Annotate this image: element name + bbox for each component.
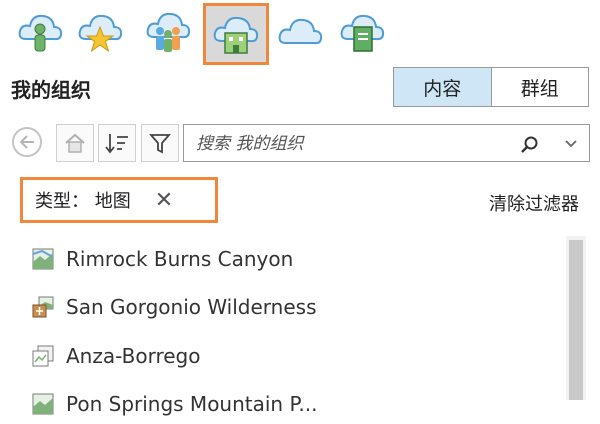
item-label: Rimrock Burns Canyon	[66, 247, 294, 271]
item-label: San Gorgonio Wilderness	[66, 295, 317, 319]
arrow-left-icon	[19, 135, 34, 149]
item-label: Pon Springs Mountain P...	[66, 392, 318, 416]
list-item[interactable]: Anza-Borrego	[32, 336, 200, 376]
home-button[interactable]	[56, 124, 94, 162]
map-icon	[32, 393, 54, 415]
scrollbar-thumb[interactable]	[569, 240, 583, 400]
list-item[interactable]: San Gorgonio Wilderness	[32, 287, 317, 327]
list-item[interactable]: Pon Springs Mountain P...	[32, 384, 317, 424]
favorites-icon	[78, 14, 123, 53]
page-title: 我的组织	[11, 78, 91, 102]
my-groups-icon	[146, 12, 191, 52]
search-box[interactable]	[183, 124, 590, 163]
tab-my-organization[interactable]	[203, 3, 269, 65]
search-input[interactable]	[194, 125, 498, 163]
tab-my-content[interactable]	[12, 4, 68, 60]
map-icon	[32, 248, 54, 270]
clear-filters-link[interactable]: 清除过滤器	[489, 190, 579, 216]
tab-living-atlas[interactable]	[334, 4, 390, 60]
filter-chip: 类型： 地图 ✕	[20, 177, 218, 223]
sort-button[interactable]	[98, 124, 136, 162]
chevron-down-icon[interactable]	[564, 139, 578, 149]
tab-content[interactable]: 内容	[394, 68, 492, 106]
sort-icon	[105, 134, 128, 154]
list-item[interactable]: Rimrock Burns Canyon	[32, 239, 293, 279]
filter-button[interactable]	[141, 124, 179, 162]
mobile-map-icon	[32, 345, 54, 367]
filter-icon	[149, 134, 171, 154]
map-package-icon	[32, 296, 54, 318]
back-button[interactable]	[12, 127, 42, 157]
living-atlas-icon	[340, 14, 385, 52]
tab-arcgis-online[interactable]	[272, 4, 328, 60]
filter-chip-label: 类型： 地图	[35, 191, 131, 212]
my-content-icon	[18, 14, 63, 52]
content-groups-toggle: 内容 群组	[393, 67, 589, 107]
close-icon[interactable]: ✕	[155, 188, 173, 213]
tab-my-groups[interactable]	[140, 4, 196, 60]
home-icon	[65, 133, 85, 153]
item-label: Anza-Borrego	[66, 344, 201, 368]
search-icon[interactable]	[520, 135, 540, 155]
tab-groups[interactable]: 群组	[492, 68, 589, 106]
my-organization-icon	[213, 16, 259, 54]
tab-favorites[interactable]	[72, 4, 128, 60]
arcgis-online-icon	[278, 18, 323, 45]
